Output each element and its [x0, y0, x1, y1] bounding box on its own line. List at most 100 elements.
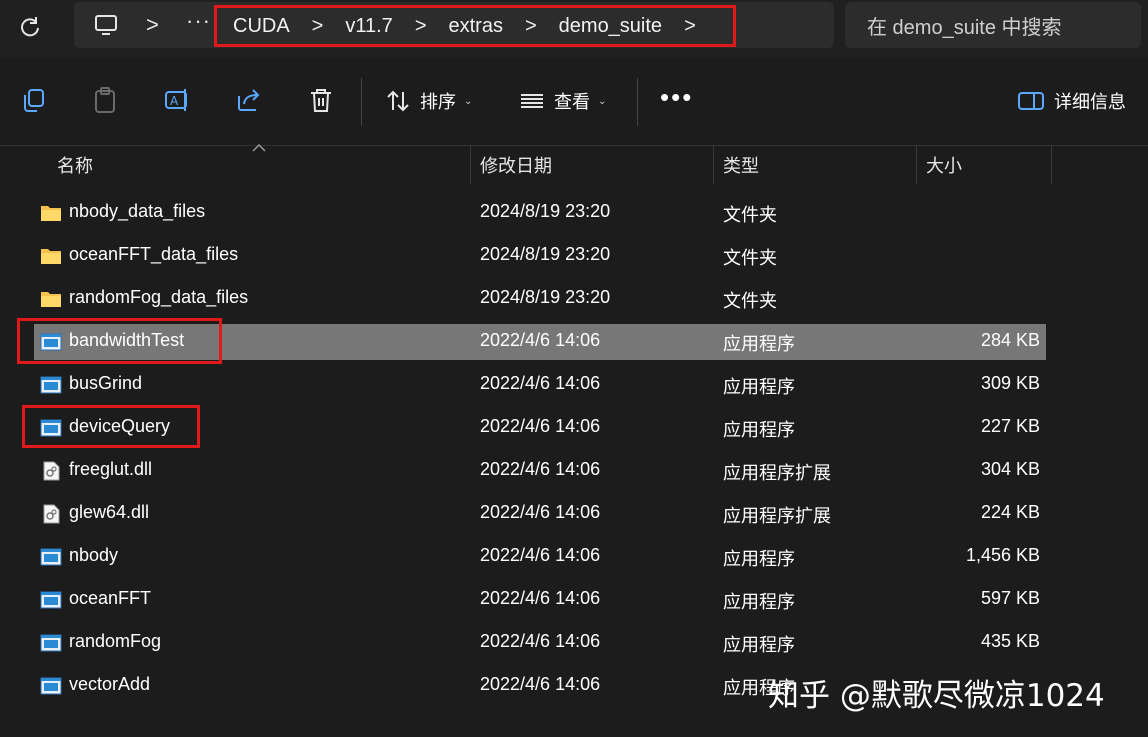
- file-size: 435 KB: [980, 631, 1040, 651]
- file-row[interactable]: busGrind 2022/4/6 14:06 应用程序 309 KB: [34, 367, 1046, 403]
- file-type: 应用程序扩展: [723, 506, 831, 526]
- command-bar: A 排序 ⌄ 查看 ⌄ ••• 详细信息: [0, 58, 1148, 146]
- folder-icon: [40, 289, 62, 309]
- dll-icon: [40, 461, 62, 481]
- dll-icon: [40, 504, 62, 524]
- highlight-box: [22, 405, 200, 448]
- file-type: 文件夹: [723, 248, 777, 268]
- paste-icon[interactable]: [91, 86, 119, 114]
- file-date: 2024/8/19 23:20: [480, 201, 611, 221]
- file-type: 应用程序扩展: [723, 463, 831, 483]
- file-size: 304 KB: [980, 459, 1040, 479]
- file-size: 224 KB: [980, 502, 1040, 522]
- column-header-type[interactable]: 类型: [723, 152, 759, 178]
- file-row[interactable]: randomFog 2022/4/6 14:06 应用程序 435 KB: [34, 625, 1046, 661]
- breadcrumb-chevron[interactable]: >: [684, 15, 696, 38]
- exe-icon: [40, 633, 62, 653]
- delete-icon[interactable]: [307, 86, 335, 114]
- file-row[interactable]: oceanFFT_data_files 2024/8/19 23:20 文件夹: [34, 238, 1046, 274]
- file-name: oceanFFT: [69, 588, 152, 608]
- search-input[interactable]: 在 demo_suite 中搜索: [845, 2, 1141, 48]
- file-date: 2024/8/19 23:20: [480, 244, 611, 264]
- breadcrumb-item-v11-7[interactable]: v11.7: [345, 15, 392, 38]
- file-date: 2022/4/6 14:06: [480, 588, 601, 608]
- column-divider[interactable]: [470, 146, 471, 184]
- chevron-down-icon: ⌄: [598, 95, 607, 107]
- breadcrumb: CUDA > v11.7 > extras > demo_suite >: [214, 5, 736, 47]
- file-name: nbody: [69, 545, 119, 565]
- column-divider[interactable]: [1051, 146, 1052, 184]
- breadcrumb-chevron[interactable]: >: [415, 15, 427, 38]
- details-label: 详细信息: [1054, 92, 1126, 112]
- file-name: oceanFFT_data_files: [69, 244, 239, 264]
- column-headers: 名称 修改日期 类型 大小: [0, 144, 1148, 184]
- file-date: 2022/4/6 14:06: [480, 631, 601, 651]
- file-row[interactable]: nbody 2022/4/6 14:06 应用程序 1,456 KB: [34, 539, 1046, 575]
- toolbar-divider: [361, 78, 362, 126]
- file-type: 应用程序: [723, 420, 795, 440]
- file-type: 应用程序: [723, 377, 795, 397]
- file-name: glew64.dll: [69, 502, 150, 522]
- breadcrumb-item-cuda[interactable]: CUDA: [233, 15, 290, 38]
- view-label: 查看: [554, 92, 590, 112]
- file-row[interactable]: glew64.dll 2022/4/6 14:06 应用程序扩展 224 KB: [34, 496, 1046, 532]
- refresh-icon: [21, 17, 39, 37]
- file-size: 227 KB: [980, 416, 1040, 436]
- file-row[interactable]: freeglut.dll 2022/4/6 14:06 应用程序扩展 304 KB: [34, 453, 1046, 489]
- view-button[interactable]: 查看 ⌄: [520, 86, 606, 116]
- file-row[interactable]: randomFog_data_files 2024/8/19 23:20 文件夹: [34, 281, 1046, 317]
- share-icon[interactable]: [235, 86, 263, 114]
- exe-icon: [40, 375, 62, 395]
- breadcrumb-overflow-button[interactable]: ···: [186, 8, 211, 34]
- file-type: 应用程序: [723, 592, 795, 612]
- file-name: randomFog: [69, 631, 162, 651]
- exe-icon: [40, 676, 62, 696]
- column-divider[interactable]: [713, 146, 714, 184]
- column-header-name[interactable]: 名称: [57, 152, 93, 178]
- file-type: 应用程序: [723, 549, 795, 569]
- file-size: 597 KB: [980, 588, 1040, 608]
- this-pc-icon[interactable]: [94, 14, 118, 36]
- chevron-down-icon: ⌄: [464, 95, 473, 107]
- refresh-button[interactable]: [14, 11, 46, 43]
- file-size: 284 KB: [980, 330, 1040, 350]
- file-size: 309 KB: [980, 373, 1040, 393]
- file-date: 2022/4/6 14:06: [480, 416, 601, 436]
- copy-icon[interactable]: [20, 86, 48, 114]
- breadcrumb-chevron[interactable]: >: [312, 15, 324, 38]
- highlight-box: [17, 318, 222, 364]
- breadcrumb-item-demo-suite[interactable]: demo_suite: [559, 15, 662, 38]
- file-row[interactable]: nbody_data_files 2024/8/19 23:20 文件夹: [34, 195, 1046, 231]
- file-size: 1,456 KB: [965, 545, 1040, 565]
- file-date: 2024/8/19 23:20: [480, 287, 611, 307]
- file-name: freeglut.dll: [69, 459, 153, 479]
- exe-icon: [40, 590, 62, 610]
- svg-text:A: A: [170, 94, 179, 108]
- sort-ascending-icon: [252, 144, 266, 152]
- file-date: 2022/4/6 14:06: [480, 502, 601, 522]
- watermark: 知乎 @默歌尽微凉1024: [768, 678, 1105, 714]
- address-bar-area: > ··· CUDA > v11.7 > extras > demo_suite…: [0, 0, 1148, 58]
- breadcrumb-chevron[interactable]: >: [146, 12, 159, 38]
- file-type: 文件夹: [723, 291, 777, 311]
- file-name: vectorAdd: [69, 674, 151, 694]
- column-header-size[interactable]: 大小: [926, 152, 962, 178]
- file-name: busGrind: [69, 373, 143, 393]
- folder-icon: [40, 203, 62, 223]
- sort-label: 排序: [420, 92, 456, 112]
- more-options-button[interactable]: •••: [660, 82, 693, 113]
- breadcrumb-item-extras[interactable]: extras: [449, 15, 503, 38]
- file-date: 2022/4/6 14:06: [480, 373, 601, 393]
- details-pane-button[interactable]: 详细信息: [1018, 86, 1126, 116]
- sort-button[interactable]: 排序 ⌄: [386, 86, 472, 116]
- rename-icon[interactable]: A: [163, 86, 191, 114]
- breadcrumb-chevron[interactable]: >: [525, 15, 537, 38]
- file-row[interactable]: oceanFFT 2022/4/6 14:06 应用程序 597 KB: [34, 582, 1046, 618]
- file-type: 应用程序: [723, 334, 795, 354]
- file-name: randomFog_data_files: [69, 287, 249, 307]
- file-date: 2022/4/6 14:06: [480, 459, 601, 479]
- column-divider[interactable]: [916, 146, 917, 184]
- address-bar[interactable]: > ··· CUDA > v11.7 > extras > demo_suite…: [74, 2, 834, 48]
- column-header-date[interactable]: 修改日期: [480, 152, 552, 178]
- file-type: 文件夹: [723, 205, 777, 225]
